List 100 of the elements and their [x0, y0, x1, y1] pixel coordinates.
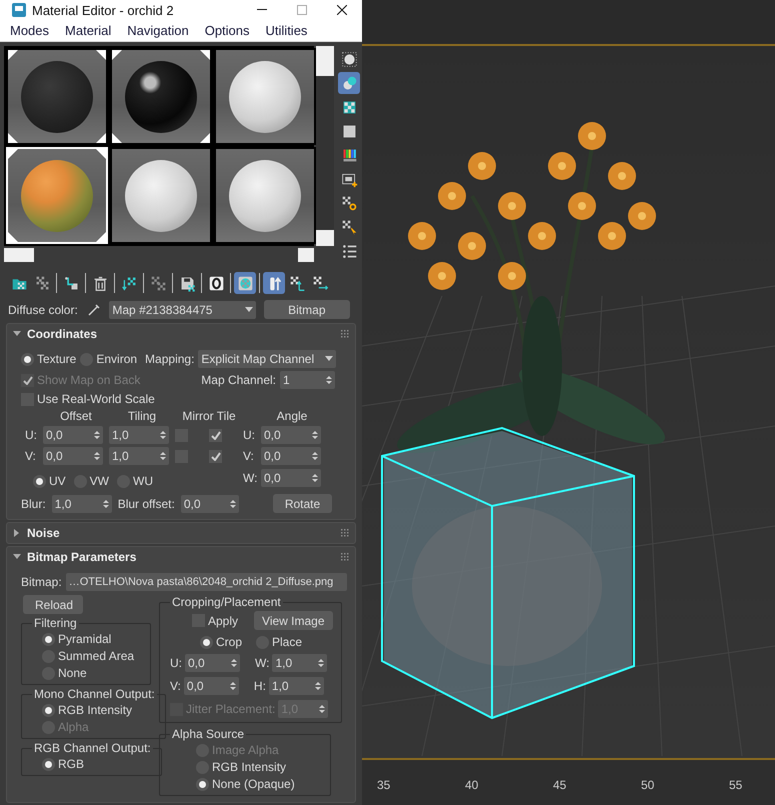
column-header: Mirror Tile	[181, 409, 237, 423]
checkbox-option[interactable]: Use Real-World Scale	[21, 392, 347, 406]
collapse-arrow-icon[interactable]	[13, 330, 21, 338]
checker-cluster-icon	[150, 274, 166, 292]
spinner-arrows-icon	[160, 430, 166, 440]
spinner-field[interactable]: 0,0	[261, 447, 321, 465]
window-title: Material Editor - orchid 2	[32, 2, 175, 18]
spinner-field[interactable]: 0,0	[43, 447, 103, 465]
grip-dots-icon	[341, 553, 349, 561]
spinner-arrows-icon	[160, 451, 166, 461]
spinner-arrows-icon	[94, 451, 100, 461]
menu-item[interactable]: Material	[57, 20, 120, 41]
vertical-scrollbar[interactable]	[316, 46, 334, 246]
menu-item[interactable]: Modes	[2, 20, 58, 41]
radio-option[interactable]: Place	[256, 635, 302, 649]
timeline[interactable]: 35 40 45 50 55	[362, 760, 775, 805]
field-label: Blur:	[21, 496, 46, 510]
radio-option[interactable]: Summed Area	[42, 649, 142, 663]
square-icon	[340, 122, 358, 140]
color-bars-icon	[340, 146, 358, 164]
axis-label: U:	[25, 428, 38, 442]
viewport[interactable]	[362, 44, 775, 760]
file-path-field[interactable]: …OTELHO\Nova pasta\86\2048_orchid 2_Diffuse.png	[66, 573, 347, 591]
spinner-field[interactable]: 0,0	[261, 469, 321, 487]
spinner-arrows-icon	[312, 430, 318, 440]
radio-option[interactable]: Pyramidal	[42, 632, 142, 646]
checkbox[interactable]	[209, 450, 222, 462]
frame-number: 55	[729, 778, 744, 792]
spinner-arrows-icon	[102, 498, 109, 508]
spinner-field[interactable]: 1	[280, 371, 335, 389]
dropdown-caret-icon	[325, 356, 334, 362]
sample-slot[interactable]	[214, 48, 316, 145]
list-icon	[340, 242, 358, 260]
map-type-button[interactable]: Bitmap	[264, 300, 350, 319]
app-logo-icon	[12, 3, 26, 17]
collapse-arrow-icon[interactable]	[13, 553, 21, 561]
axis-label: W:	[255, 656, 270, 670]
stacked-checkers-icon	[34, 274, 50, 292]
horizontal-scrollbar[interactable]	[4, 248, 314, 262]
spinner-field[interactable]: 0,0	[184, 677, 239, 695]
checkbox-option[interactable]: Apply	[192, 614, 238, 628]
map-dropdown[interactable]: Map #2138384475	[109, 300, 256, 318]
checker-cursor-icon	[340, 218, 358, 236]
spinner-field[interactable]: 0,0	[180, 494, 239, 512]
group-title: Filtering	[33, 616, 78, 630]
radio-option[interactable]: WU	[117, 474, 154, 488]
reload-button[interactable]: Reload	[23, 595, 83, 614]
sample-slot[interactable]	[214, 147, 316, 244]
axis-label: U:	[243, 428, 256, 442]
menu-item[interactable]: Utilities	[258, 20, 316, 41]
spinner-field[interactable]: 0,0	[185, 654, 240, 672]
spinner-field[interactable]: 1,0	[272, 654, 328, 672]
field-label: Map Channel:	[201, 373, 276, 387]
spinner-arrows-icon	[318, 658, 324, 668]
frame-number: 50	[641, 778, 656, 792]
trash-icon	[92, 274, 108, 292]
spinner-field[interactable]: 1,0	[268, 677, 324, 695]
dotted-sphere-icon	[340, 50, 358, 68]
menu-item[interactable]: Options	[196, 20, 258, 41]
radio-option[interactable]: Texture	[21, 352, 76, 366]
sample-slot[interactable]	[110, 48, 212, 145]
spinner-field[interactable]: 1,0	[52, 494, 112, 512]
sample-slot[interactable]	[6, 48, 108, 145]
checker-tile-icon	[236, 274, 254, 292]
radio-option[interactable]: VW	[74, 474, 110, 488]
radio-option[interactable]: None (Opaque)	[196, 777, 322, 791]
checkbox[interactable]	[209, 428, 222, 442]
radio-option[interactable]: RGB	[42, 757, 153, 771]
frame-number: 40	[465, 778, 480, 792]
spinner-field[interactable]: 0,0	[261, 426, 321, 444]
rollout-title[interactable]: Bitmap Parameters	[27, 550, 335, 564]
field-label: Bitmap:	[21, 575, 62, 589]
radio-option[interactable]: Crop	[200, 635, 242, 649]
radio-option[interactable]: UV	[33, 474, 66, 488]
rotate-button[interactable]: Rotate	[272, 494, 332, 513]
radio-option[interactable]: Environ	[80, 352, 138, 366]
dropdown[interactable]: Explicit Map Channel	[198, 350, 336, 368]
radio-option[interactable]: None	[42, 666, 142, 680]
spinner-field[interactable]: 0,0	[43, 426, 103, 444]
corner-triangle	[8, 50, 18, 60]
sample-slot[interactable]	[110, 147, 212, 244]
axis-label: W:	[243, 471, 258, 485]
spinner-field[interactable]: 1,0	[109, 426, 169, 444]
frame-number: 35	[377, 778, 392, 792]
grip-dots-icon	[341, 330, 349, 338]
radio-option[interactable]: RGB Intensity	[42, 703, 157, 717]
spinner-arrows-icon	[312, 451, 318, 461]
expand-arrow-icon[interactable]	[13, 529, 21, 537]
spinner-field[interactable]: 1,0	[109, 447, 169, 465]
spinner-arrows-icon	[312, 473, 318, 483]
axis-label: V:	[170, 679, 181, 693]
column-header: Offset	[59, 409, 93, 423]
eyedropper-icon[interactable]	[86, 302, 102, 318]
rollout-title[interactable]: Noise	[27, 526, 335, 540]
rollout-title[interactable]: Coordinates	[27, 327, 335, 341]
checker-arrows-icon	[120, 274, 138, 292]
menu-item[interactable]: Navigation	[119, 20, 197, 41]
maximize-icon	[297, 5, 307, 15]
radio-option[interactable]: RGB Intensity	[196, 760, 322, 774]
view-image-button[interactable]: View Image	[254, 611, 333, 630]
